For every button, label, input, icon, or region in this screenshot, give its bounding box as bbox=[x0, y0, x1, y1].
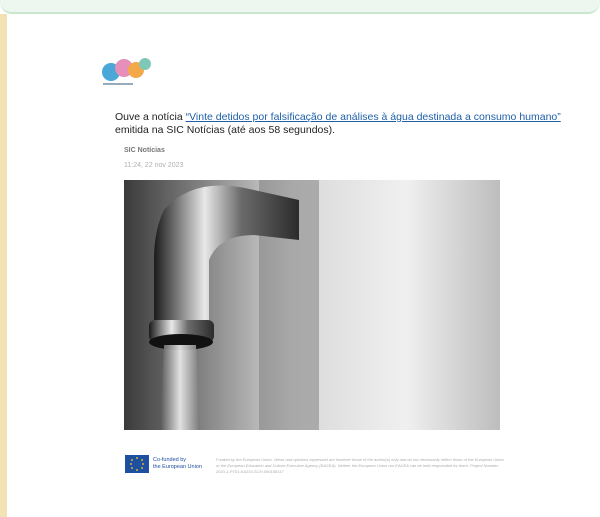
top-card bbox=[0, 0, 600, 14]
cofunded-text: Co-funded by the European Union bbox=[153, 457, 202, 471]
project-logo bbox=[102, 58, 151, 85]
cofunded-line-2: the European Union bbox=[153, 464, 202, 470]
intro-line-2: emitida na SIC Notícias (até aos 58 segu… bbox=[115, 124, 336, 136]
funding-disclaimer: Funded by the European Union. Views and … bbox=[216, 457, 504, 474]
intro-prefix: Ouve a notícia bbox=[115, 111, 186, 123]
cofunded-line-1: Co-funded by bbox=[153, 457, 187, 463]
eu-cofunded-badge: Co-funded by the European Union bbox=[125, 455, 210, 477]
article-source: SIC Notícias bbox=[124, 147, 165, 154]
water-tap-photo bbox=[124, 180, 500, 430]
intro-line: Ouve a notícia “Vinte detidos por falsif… bbox=[115, 111, 561, 123]
article-timestamp: 11:24, 22 nov 2023 bbox=[124, 162, 184, 169]
news-link[interactable]: “Vinte detidos por falsificação de análi… bbox=[186, 111, 561, 123]
left-strip bbox=[0, 14, 7, 517]
eu-flag-icon bbox=[125, 455, 149, 473]
